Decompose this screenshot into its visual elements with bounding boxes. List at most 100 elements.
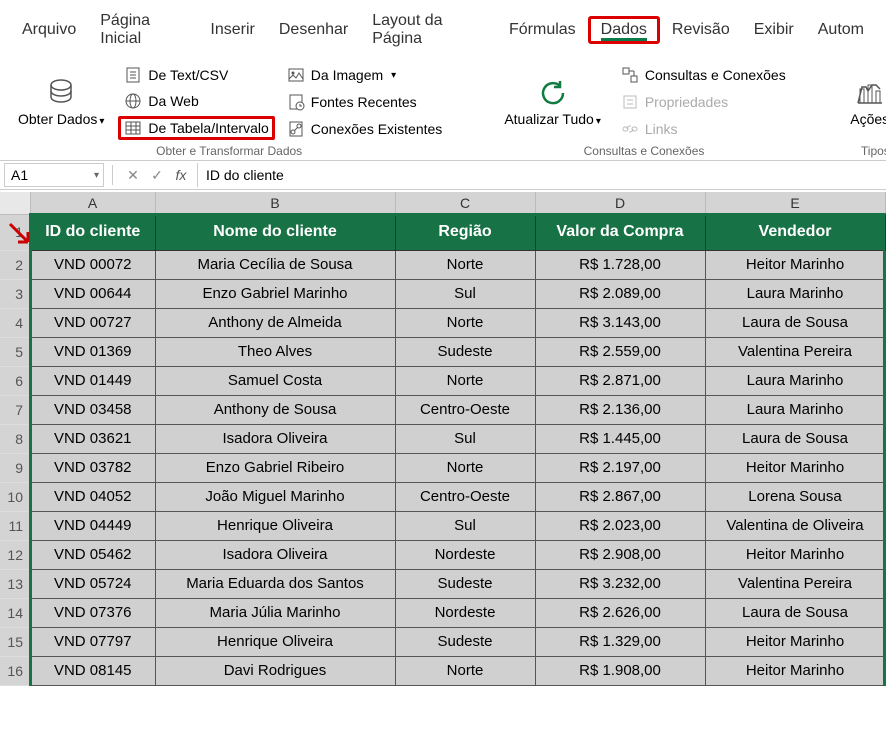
cell[interactable]: Heitor Marinho <box>705 540 885 569</box>
menu-desenhar[interactable]: Desenhar <box>267 17 360 43</box>
menu-inserir[interactable]: Inserir <box>198 17 266 43</box>
row-header[interactable]: 15 <box>0 627 30 656</box>
select-all-button[interactable] <box>0 192 30 214</box>
cell[interactable]: Valentina de Oliveira <box>705 511 885 540</box>
cell[interactable]: VND 07797 <box>30 627 155 656</box>
row-header[interactable]: 3 <box>0 279 30 308</box>
cell[interactable]: VND 00072 <box>30 250 155 279</box>
cell[interactable]: Nordeste <box>395 540 535 569</box>
cell[interactable]: Isadora Oliveira <box>155 424 395 453</box>
cell[interactable]: Laura de Sousa <box>705 424 885 453</box>
cell[interactable]: Theo Alves <box>155 337 395 366</box>
cell[interactable]: Norte <box>395 308 535 337</box>
cell[interactable]: Heitor Marinho <box>705 453 885 482</box>
row-header[interactable]: 11 <box>0 511 30 540</box>
cancel-formula-button[interactable]: ✕ <box>121 163 145 187</box>
cell[interactable]: Valentina Pereira <box>705 569 885 598</box>
row-header[interactable]: 12 <box>0 540 30 569</box>
cell[interactable]: Nordeste <box>395 598 535 627</box>
da-imagem-button[interactable]: Da Imagem▾ <box>281 64 449 86</box>
cell[interactable]: R$ 3.143,00 <box>535 308 705 337</box>
cell[interactable]: Henrique Oliveira <box>155 627 395 656</box>
spreadsheet[interactable]: A B C D E 1ID do clienteNome do clienteR… <box>0 192 886 686</box>
col-header-e[interactable]: E <box>705 192 885 214</box>
cell[interactable]: Laura Marinho <box>705 395 885 424</box>
menu-formulas[interactable]: Fórmulas <box>497 17 588 43</box>
cell[interactable]: VND 01369 <box>30 337 155 366</box>
cell[interactable]: R$ 2.867,00 <box>535 482 705 511</box>
row-header[interactable]: 7 <box>0 395 30 424</box>
cell[interactable]: VND 03621 <box>30 424 155 453</box>
de-text-csv-button[interactable]: De Text/CSV <box>118 64 274 86</box>
cell[interactable]: R$ 3.232,00 <box>535 569 705 598</box>
cell[interactable]: Enzo Gabriel Ribeiro <box>155 453 395 482</box>
fontes-recentes-button[interactable]: Fontes Recentes <box>281 91 449 113</box>
cell[interactable]: Laura Marinho <box>705 279 885 308</box>
cell[interactable]: Sul <box>395 424 535 453</box>
row-header[interactable]: 4 <box>0 308 30 337</box>
cell[interactable]: VND 04449 <box>30 511 155 540</box>
cell[interactable]: Sul <box>395 279 535 308</box>
cell[interactable]: VND 03458 <box>30 395 155 424</box>
formula-input[interactable]: ID do cliente <box>197 163 882 187</box>
cell[interactable]: R$ 2.197,00 <box>535 453 705 482</box>
row-header[interactable]: 8 <box>0 424 30 453</box>
menu-revisao[interactable]: Revisão <box>660 17 742 43</box>
obter-dados-button[interactable]: Obter Dados▾ <box>10 64 112 140</box>
row-header[interactable]: 16 <box>0 656 30 685</box>
cell[interactable]: Sudeste <box>395 569 535 598</box>
cell[interactable]: VND 03782 <box>30 453 155 482</box>
cell[interactable]: Isadora Oliveira <box>155 540 395 569</box>
da-web-button[interactable]: Da Web <box>118 90 274 112</box>
menu-dados[interactable]: Dados <box>588 16 660 44</box>
col-header-c[interactable]: C <box>395 192 535 214</box>
cell[interactable]: Davi Rodrigues <box>155 656 395 685</box>
cell[interactable]: Samuel Costa <box>155 366 395 395</box>
cell[interactable]: Enzo Gabriel Marinho <box>155 279 395 308</box>
cell[interactable]: Norte <box>395 366 535 395</box>
conexoes-existentes-button[interactable]: Conexões Existentes <box>281 118 449 140</box>
cell[interactable]: R$ 2.871,00 <box>535 366 705 395</box>
cell[interactable]: VND 00644 <box>30 279 155 308</box>
atualizar-tudo-button[interactable]: Atualizar Tudo▾ <box>496 64 609 140</box>
col-header-b[interactable]: B <box>155 192 395 214</box>
cell[interactable]: Heitor Marinho <box>705 250 885 279</box>
cell[interactable]: R$ 2.023,00 <box>535 511 705 540</box>
cell[interactable]: Maria Eduarda dos Santos <box>155 569 395 598</box>
menu-arquivo[interactable]: Arquivo <box>10 17 88 43</box>
cell[interactable]: VND 08145 <box>30 656 155 685</box>
consultas-conexoes-button[interactable]: Consultas e Conexões <box>615 64 792 86</box>
cell[interactable]: Vendedor <box>705 214 885 250</box>
cell[interactable]: R$ 1.908,00 <box>535 656 705 685</box>
cell[interactable]: ID do cliente <box>30 214 155 250</box>
cell[interactable]: Sudeste <box>395 337 535 366</box>
cell[interactable]: João Miguel Marinho <box>155 482 395 511</box>
cell[interactable]: Maria Cecília de Sousa <box>155 250 395 279</box>
menu-autom[interactable]: Autom <box>806 17 876 43</box>
cell[interactable]: R$ 1.329,00 <box>535 627 705 656</box>
row-header[interactable]: 10 <box>0 482 30 511</box>
accept-formula-button[interactable]: ✓ <box>145 163 169 187</box>
acoes-button[interactable]: Ações <box>840 64 886 140</box>
cell[interactable]: Região <box>395 214 535 250</box>
row-header[interactable]: 5 <box>0 337 30 366</box>
menu-pagina-inicial[interactable]: Página Inicial <box>88 8 198 52</box>
row-header[interactable]: 9 <box>0 453 30 482</box>
de-tabela-intervalo-button[interactable]: De Tabela/Intervalo <box>118 116 274 140</box>
cell[interactable]: Anthony de Sousa <box>155 395 395 424</box>
cell[interactable]: VND 01449 <box>30 366 155 395</box>
cell[interactable]: Centro-Oeste <box>395 395 535 424</box>
cell[interactable]: Laura de Sousa <box>705 308 885 337</box>
cell[interactable]: Sul <box>395 511 535 540</box>
row-header[interactable]: 6 <box>0 366 30 395</box>
cell[interactable]: Sudeste <box>395 627 535 656</box>
cell[interactable]: Anthony de Almeida <box>155 308 395 337</box>
row-header[interactable]: 2 <box>0 250 30 279</box>
cell[interactable]: Norte <box>395 656 535 685</box>
cell[interactable]: R$ 2.089,00 <box>535 279 705 308</box>
cell[interactable]: R$ 1.445,00 <box>535 424 705 453</box>
cell[interactable]: Heitor Marinho <box>705 627 885 656</box>
cell[interactable]: R$ 2.136,00 <box>535 395 705 424</box>
cell[interactable]: Valentina Pereira <box>705 337 885 366</box>
cell[interactable]: Centro-Oeste <box>395 482 535 511</box>
